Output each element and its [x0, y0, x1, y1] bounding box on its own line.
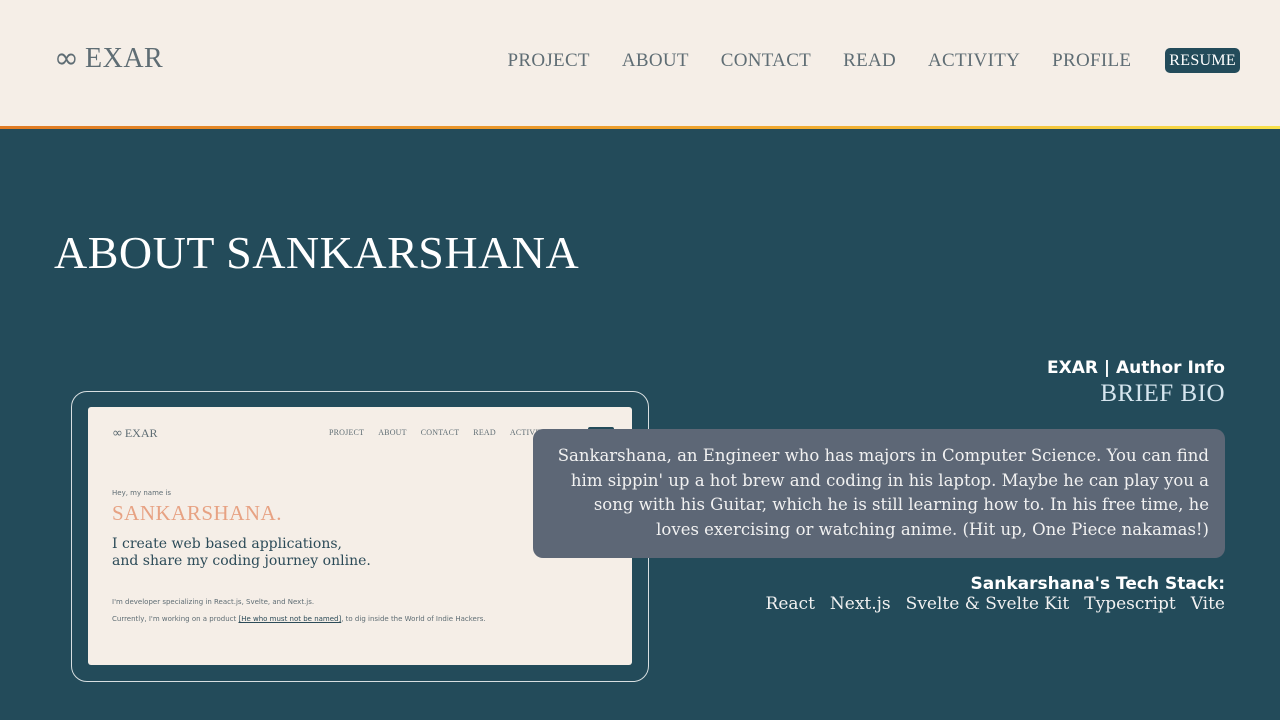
- resume-button[interactable]: RESUME: [1165, 48, 1240, 73]
- preview-current-work-prefix: Currently, I'm working on a product: [112, 615, 239, 623]
- tech-stack-title: Sankarshana's Tech Stack:: [970, 574, 1225, 594]
- main-nav: PROJECT ABOUT CONTACT READ ACTIVITY PROF…: [475, 48, 1240, 73]
- tech-stack-item: Typescript: [1084, 594, 1176, 614]
- preview-nav-item: READ: [473, 428, 496, 437]
- site-logo[interactable]: ∞ EXAR: [54, 44, 163, 74]
- preview-nav-item: PROJECT: [329, 428, 365, 437]
- infinity-icon: ∞: [54, 41, 79, 76]
- brief-bio-heading: BRIEF BIO: [1100, 380, 1225, 407]
- tech-stack-item: Next.js: [829, 594, 891, 614]
- bio-text: Sankarshana, an Engineer who has majors …: [557, 446, 1209, 539]
- author-info-label: EXAR | Author Info: [1047, 358, 1225, 378]
- preview-tagline: I create web based applications, and sha…: [112, 536, 371, 570]
- preview-product-link: [He who must not be named]: [238, 615, 342, 623]
- preview-description: I'm developer specializing in React.js, …: [112, 598, 315, 606]
- preview-nav: PROJECT ABOUT CONTACT READ ACTIVITY: [329, 428, 563, 437]
- preview-nav-item: ABOUT: [378, 428, 407, 437]
- preview-logo-text: EXAR: [124, 426, 158, 440]
- tech-stack-item: Svelte & Svelte Kit: [905, 594, 1070, 614]
- page-title: ABOUT SANKARSHANA: [54, 227, 580, 278]
- tech-stack-list: React Next.js Svelte & Svelte Kit Typesc…: [751, 594, 1225, 614]
- header-accent-stripe: [0, 126, 1280, 129]
- tech-stack-item: React: [765, 594, 815, 614]
- preview-tagline-line: I create web based applications,: [112, 536, 342, 552]
- preview-tagline-line: and share my coding journey online.: [112, 553, 371, 569]
- site-header: ∞ EXAR PROJECT ABOUT CONTACT READ ACTIVI…: [0, 0, 1280, 126]
- nav-read[interactable]: READ: [843, 50, 896, 72]
- preview-logo: ∞ EXAR: [112, 426, 158, 441]
- logo-text: EXAR: [85, 43, 164, 74]
- preview-current-work-suffix: , to dig inside the World of Indie Hacke…: [341, 615, 486, 623]
- nav-contact[interactable]: CONTACT: [721, 50, 811, 72]
- nav-about[interactable]: ABOUT: [622, 50, 689, 72]
- preview-name: SANKARSHANA.: [112, 501, 282, 525]
- nav-profile[interactable]: PROFILE: [1052, 50, 1131, 72]
- preview-infinity-icon: ∞: [112, 426, 123, 441]
- preview-current-work: Currently, I'm working on a product [He …: [112, 615, 486, 623]
- preview-greeting: Hey, my name is: [112, 489, 172, 497]
- preview-nav-item: CONTACT: [420, 428, 460, 437]
- nav-activity[interactable]: ACTIVITY: [928, 50, 1020, 72]
- tech-stack-item: Vite: [1190, 594, 1225, 614]
- bio-card: Sankarshana, an Engineer who has majors …: [533, 429, 1225, 558]
- nav-project[interactable]: PROJECT: [507, 50, 589, 72]
